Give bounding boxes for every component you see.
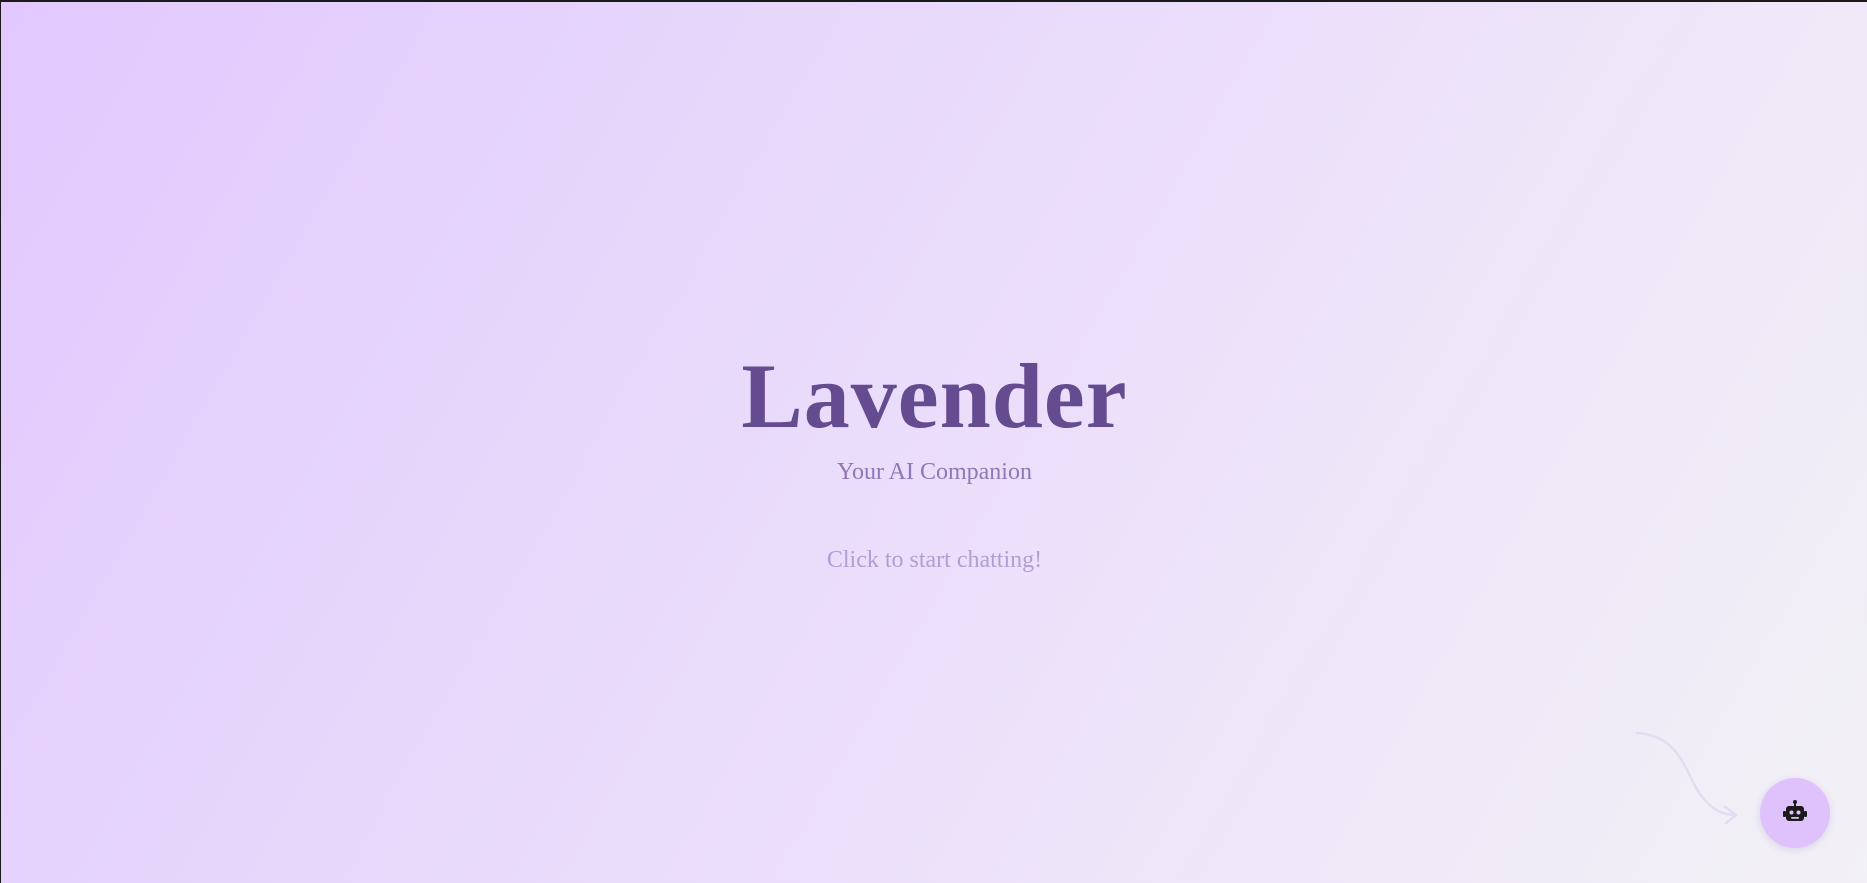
chat-bot-button[interactable] — [1760, 778, 1830, 848]
app-title: Lavender — [741, 345, 1128, 447]
hero-section: Lavender Your AI Companion Click to star… — [1, 2, 1867, 883]
robot-icon — [1783, 800, 1807, 821]
app-subtitle: Your AI Companion — [837, 459, 1032, 485]
start-chat-prompt[interactable]: Click to start chatting! — [1, 548, 1867, 572]
curved-arrow-icon — [1635, 731, 1738, 825]
